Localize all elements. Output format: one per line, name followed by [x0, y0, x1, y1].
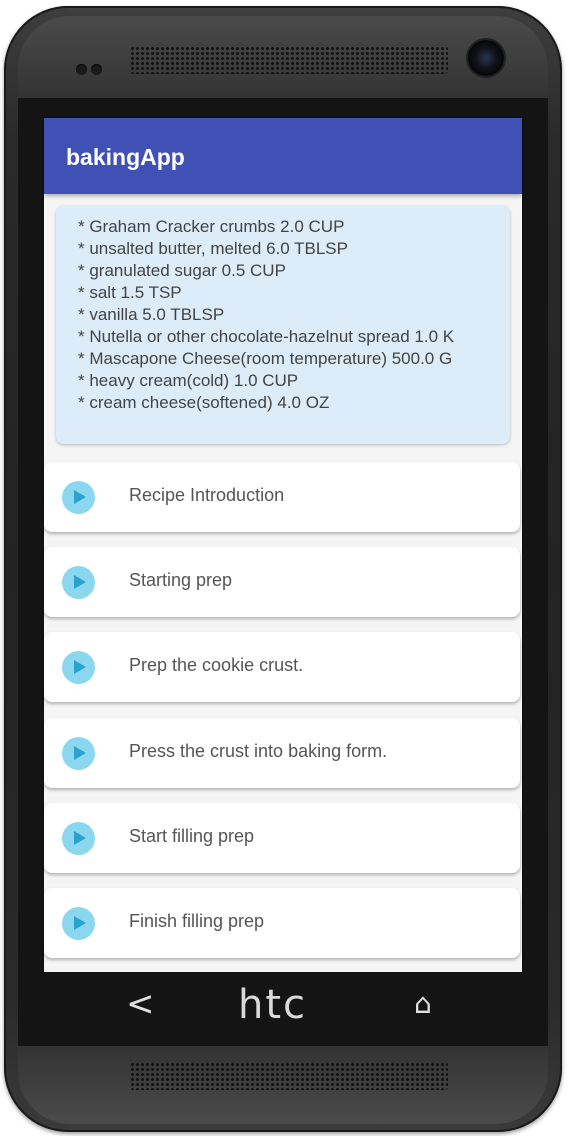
play-icon [62, 822, 95, 855]
step-card-start-filling-prep[interactable]: Start filling prep [44, 803, 520, 873]
ingredient-item: * cream cheese(softened) 4.0 OZ [78, 393, 330, 412]
home-icon[interactable]: ⌂ [414, 989, 432, 1019]
recipe-detail-content[interactable]: * Graham Cracker crumbs 2.0 CUP * unsalt… [44, 194, 522, 972]
step-card-finish-filling-prep[interactable]: Finish filling prep [44, 888, 520, 958]
step-card-recipe-introduction[interactable]: Recipe Introduction [44, 462, 520, 532]
front-camera-icon [468, 40, 504, 76]
app-bar: bakingApp [44, 118, 522, 194]
htc-logo: htc [238, 982, 308, 1028]
play-icon [62, 651, 95, 684]
ingredient-item: * vanilla 5.0 TBLSP [78, 305, 225, 324]
ingredient-item: * heavy cream(cold) 1.0 CUP [78, 371, 299, 390]
play-icon [62, 481, 95, 514]
step-label: Finish filling prep [129, 911, 265, 931]
play-icon [62, 737, 95, 770]
step-label: Starting prep [129, 570, 233, 590]
step-label: Start filling prep [129, 826, 255, 846]
ingredient-item: * Graham Cracker crumbs 2.0 CUP [78, 217, 345, 236]
device-navigation-bar: < htc ⌂ [42, 972, 524, 1040]
step-card-prep-cookie-crust[interactable]: Prep the cookie crust. [44, 632, 520, 702]
step-label: Recipe Introduction [129, 485, 285, 505]
ingredient-item: * unsalted butter, melted 6.0 TBLSP [78, 239, 348, 258]
bottom-speaker-grille [130, 1062, 448, 1090]
earpiece-speaker-grille [130, 46, 448, 74]
ingredients-card: * Graham Cracker crumbs 2.0 CUP * unsalt… [56, 206, 510, 444]
ingredient-item: * salt 1.5 TSP [78, 283, 182, 302]
step-card-press-crust[interactable]: Press the crust into baking form. [44, 718, 520, 788]
back-icon[interactable]: < [126, 987, 155, 1021]
ingredient-item: * Nutella or other chocolate-hazelnut sp… [78, 327, 455, 346]
app-title: bakingApp [66, 144, 185, 170]
step-label: Press the crust into baking form. [129, 741, 388, 761]
step-label: Prep the cookie crust. [129, 655, 304, 675]
play-icon [62, 907, 95, 940]
ingredient-item: * granulated sugar 0.5 CUP [78, 261, 286, 280]
ingredient-item: * Mascapone Cheese(room temperature) 500… [78, 349, 453, 368]
app-screen: bakingApp * Graham Cracker crumbs 2.0 CU… [42, 116, 524, 972]
step-card-starting-prep[interactable]: Starting prep [44, 547, 520, 617]
play-icon [62, 566, 95, 599]
sensor-dots [76, 60, 106, 79]
